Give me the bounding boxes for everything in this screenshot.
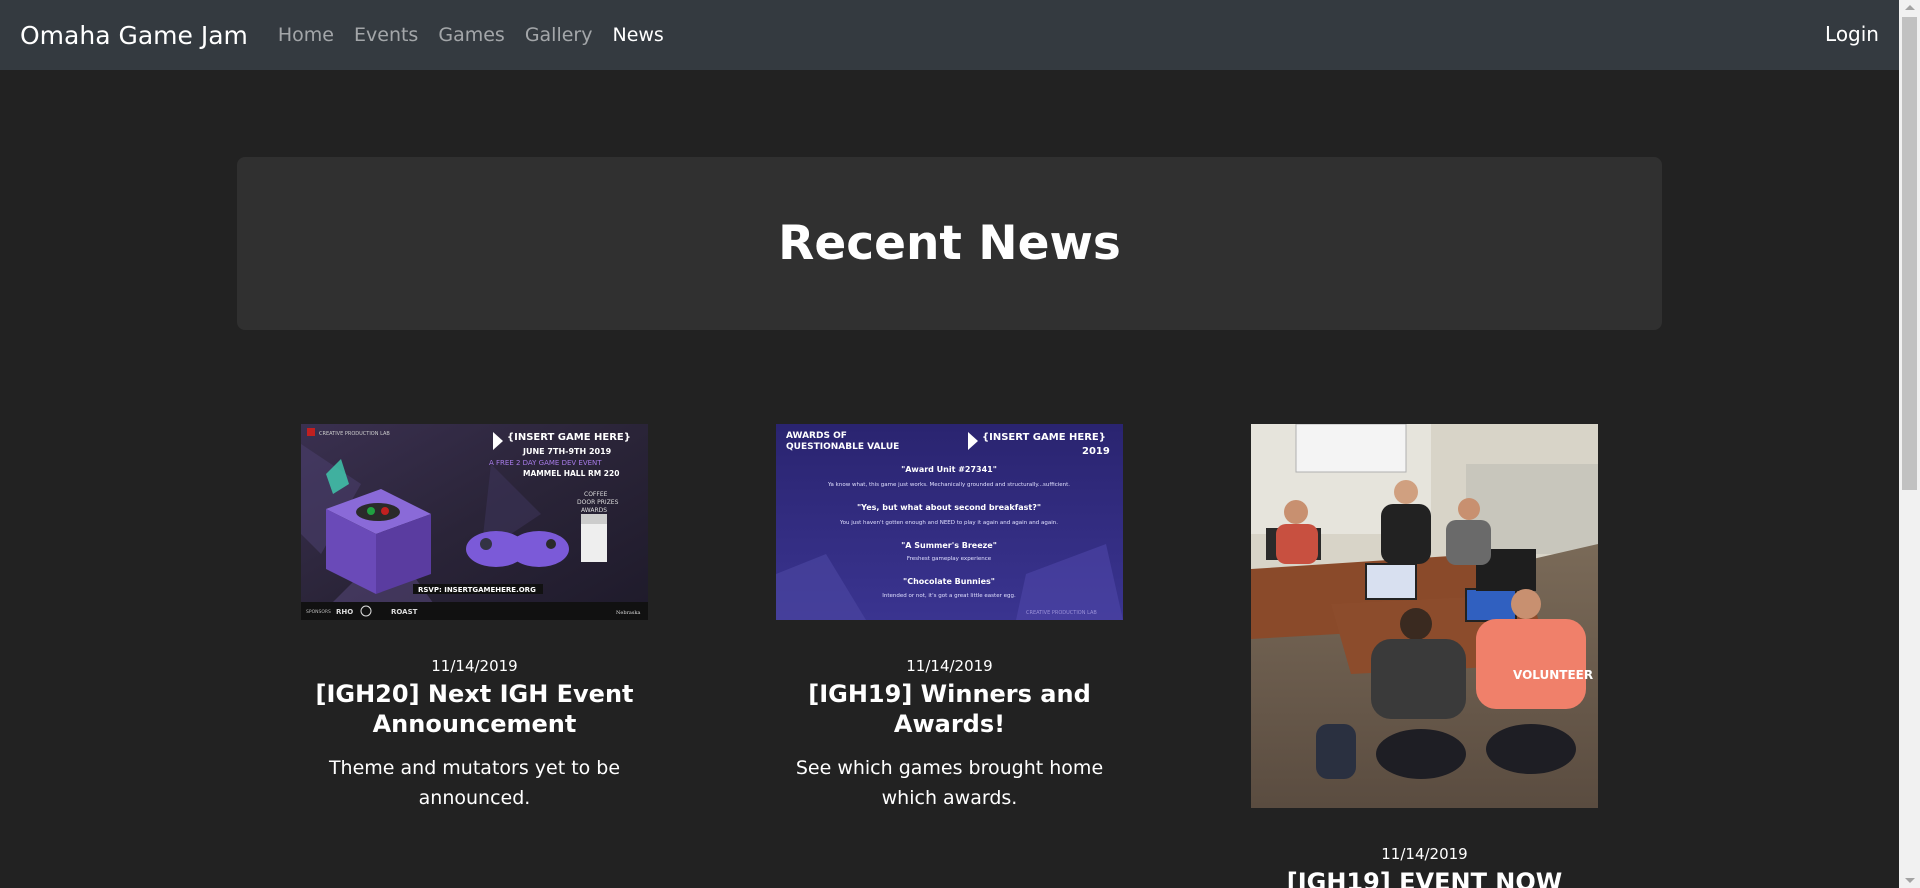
- scroll-down-icon[interactable]: [1905, 878, 1915, 883]
- svg-text:"Yes, but what about second br: "Yes, but what about second breakfast?": [857, 503, 1041, 512]
- nav-link-home[interactable]: Home: [278, 24, 334, 46]
- card-date: 11/14/2019: [906, 657, 993, 675]
- nav-link-gallery[interactable]: Gallery: [525, 24, 593, 46]
- svg-text:A FREE 2 DAY GAME DEV EVENT: A FREE 2 DAY GAME DEV EVENT: [489, 459, 602, 467]
- card-title-link[interactable]: [IGH20] Next IGH Event Announcement: [301, 679, 648, 739]
- card-title-link[interactable]: [IGH19] EVENT NOW: [1251, 867, 1598, 888]
- igh19-event-photo[interactable]: VOLUNTEER: [1251, 424, 1598, 812]
- svg-text:RHO: RHO: [336, 608, 353, 616]
- news-card: CREATIVE PRODUCTION LAB {INSERT GAME HER…: [301, 424, 648, 813]
- nav-links: Home Events Games Gallery News: [278, 24, 684, 46]
- page-scrollbar[interactable]: [1899, 0, 1920, 888]
- brand-link[interactable]: Omaha Game Jam: [20, 21, 248, 50]
- svg-text:MAMMEL HALL RM 220: MAMMEL HALL RM 220: [523, 469, 619, 478]
- svg-text:"Award Unit #27341": "Award Unit #27341": [901, 465, 997, 474]
- nav-link-events[interactable]: Events: [354, 24, 418, 46]
- svg-text:RSVP: INSERTGAMEHERE.ORG: RSVP: INSERTGAMEHERE.ORG: [418, 586, 536, 594]
- svg-text:Freshest gameplay experience: Freshest gameplay experience: [907, 556, 992, 562]
- login-link[interactable]: Login: [1825, 22, 1879, 46]
- svg-text:QUESTIONABLE VALUE: QUESTIONABLE VALUE: [786, 442, 899, 452]
- card-description: See which games brought home which award…: [795, 757, 1104, 809]
- scroll-thumb[interactable]: [1902, 17, 1917, 490]
- svg-text:Nebraska: Nebraska: [616, 610, 641, 616]
- svg-text:{INSERT GAME HERE}: {INSERT GAME HERE}: [982, 432, 1106, 443]
- svg-text:COFFEE: COFFEE: [584, 491, 608, 498]
- svg-text:2019: 2019: [1082, 446, 1110, 457]
- nav-link-news[interactable]: News: [612, 24, 663, 46]
- svg-text:You just haven't gotten enough: You just haven't gotten enough and NEED …: [839, 520, 1058, 526]
- news-card: AWARDS OF QUESTIONABLE VALUE {INSERT GAM…: [776, 424, 1123, 813]
- svg-text:"Chocolate Bunnies": "Chocolate Bunnies": [903, 577, 995, 586]
- news-card: VOLUNTEER 11/14/2019 [IGH19] EVENT NOW: [1251, 424, 1598, 888]
- svg-text:ROAST: ROAST: [391, 608, 418, 616]
- igh19-awards-image[interactable]: AWARDS OF QUESTIONABLE VALUE {INSERT GAM…: [776, 424, 1123, 624]
- jumbotron: Recent News: [237, 157, 1662, 330]
- svg-text:DOOR PRIZES: DOOR PRIZES: [577, 499, 619, 506]
- svg-text:VOLUNTEER: VOLUNTEER: [1513, 668, 1593, 682]
- svg-text:CREATIVE PRODUCTION LAB: CREATIVE PRODUCTION LAB: [1026, 610, 1097, 616]
- page-title: Recent News: [778, 216, 1121, 271]
- svg-text:AWARDS OF: AWARDS OF: [786, 431, 847, 441]
- card-date: 11/14/2019: [431, 657, 518, 675]
- svg-text:CREATIVE PRODUCTION LAB: CREATIVE PRODUCTION LAB: [319, 431, 390, 437]
- svg-text:{INSERT GAME HERE}: {INSERT GAME HERE}: [507, 432, 631, 443]
- card-date: 11/14/2019: [1381, 845, 1468, 863]
- scroll-up-icon[interactable]: [1905, 5, 1915, 10]
- nav-link-games[interactable]: Games: [438, 24, 504, 46]
- top-navbar: Omaha Game Jam Home Events Games Gallery…: [0, 0, 1899, 70]
- igh20-poster-image[interactable]: CREATIVE PRODUCTION LAB {INSERT GAME HER…: [301, 424, 648, 624]
- svg-text:Intended or not, it's got a gr: Intended or not, it's got a great little…: [882, 593, 1016, 599]
- card-description: Theme and mutators yet to be announced.: [328, 757, 621, 809]
- svg-text:AWARDS: AWARDS: [581, 507, 607, 514]
- svg-text:JUNE 7TH-9TH 2019: JUNE 7TH-9TH 2019: [522, 447, 612, 456]
- svg-text:Ya know what, this game just w: Ya know what, this game just works. Mech…: [827, 482, 1070, 488]
- card-title-link[interactable]: [IGH19] Winners and Awards!: [776, 679, 1123, 739]
- svg-text:SPONSORS: SPONSORS: [306, 609, 331, 615]
- svg-text:"A Summer's Breeze": "A Summer's Breeze": [901, 541, 997, 550]
